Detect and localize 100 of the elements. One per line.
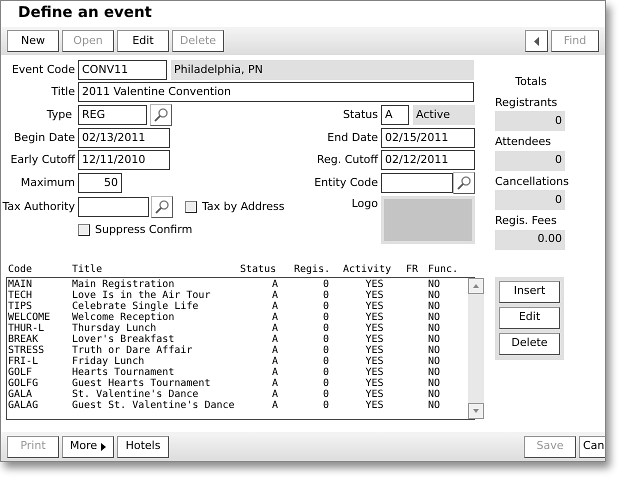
footer-button[interactable]: More — [62, 436, 114, 458]
text-field[interactable] — [78, 197, 149, 217]
table-cell-text: YES — [364, 378, 385, 388]
table-cell-text: TIPS — [8, 300, 34, 312]
magnifier-icon — [153, 107, 169, 123]
scrollbar[interactable] — [468, 278, 484, 418]
table-cell-text: 0 — [322, 290, 330, 300]
table-cell-text: Main Registration — [72, 278, 176, 290]
table-cell-text: 0 — [322, 278, 330, 290]
table-cell-text: BREAK — [8, 334, 40, 344]
total-label: Registrants — [495, 94, 558, 110]
field-label: Maximum — [20, 174, 76, 191]
text-field[interactable]: 02/13/2011 — [78, 128, 170, 148]
total-value: 0 — [495, 150, 565, 170]
field-label: Event Code — [10, 62, 76, 78]
window-title: Define an event — [17, 2, 153, 23]
column-header: FR — [406, 263, 420, 277]
table-cell-text: NO — [428, 356, 442, 366]
list-button[interactable]: Delete — [499, 332, 560, 354]
table-cell-text: 0 — [322, 344, 330, 356]
column-header: Title — [72, 263, 104, 277]
lookup-button[interactable] — [151, 196, 173, 218]
checkbox-label: Tax by Address — [202, 198, 284, 215]
checkbox[interactable] — [185, 201, 197, 213]
table-cell-text: A — [270, 290, 279, 300]
text-field[interactable]: 02/12/2011 — [381, 150, 475, 170]
table-cell-text: 0 — [322, 334, 330, 344]
table-cell-text: FRI-L — [8, 356, 40, 366]
total-label: Cancellations — [495, 174, 567, 190]
table-cell-text: Friday Lunch — [72, 356, 146, 366]
table-cell-text: A — [270, 344, 279, 356]
lookup-button[interactable] — [150, 104, 172, 126]
field-label: Early Cutoff — [9, 152, 76, 168]
table-cell-text: NO — [428, 400, 442, 410]
field-label: Status — [342, 106, 379, 123]
table-cell-text: Celebrate Single Life — [72, 300, 200, 312]
table-cell-text: NO — [428, 388, 442, 400]
table-cell-text: YES — [364, 388, 385, 400]
text-field[interactable]: 2011 Valentine Convention — [78, 82, 474, 102]
field-label: Tax Authority — [1, 198, 76, 215]
field-label: Begin Date — [12, 130, 76, 146]
checkbox-label: Suppress Confirm — [95, 222, 192, 238]
table-cell-text: NO — [428, 312, 442, 322]
footer-button[interactable]: Hotels — [117, 436, 169, 458]
table-cell-text: NO — [428, 334, 442, 344]
table-cell-text: NO — [428, 290, 442, 300]
table-cell-text: A — [270, 378, 279, 388]
toolbar-button[interactable]: New — [7, 30, 59, 52]
table-cell-text: YES — [364, 312, 385, 322]
back-button[interactable] — [525, 30, 548, 52]
table-cell-text: Hearts Tournament — [72, 366, 176, 378]
table-cell-text: Truth or Dare Affair — [72, 344, 194, 356]
table-cell-text: NO — [428, 366, 442, 378]
list-button[interactable]: Insert — [499, 280, 560, 302]
totals-heading: Totals — [514, 74, 548, 90]
checkbox[interactable] — [78, 224, 90, 236]
scroll-down-icon — [468, 402, 484, 418]
toolbar-button[interactable]: Edit — [117, 30, 169, 52]
field-label: Logo — [350, 196, 379, 212]
text-field[interactable]: 02/15/2011 — [381, 128, 475, 148]
field-label: End Date — [326, 130, 379, 146]
text-field[interactable]: CONV11 — [78, 60, 167, 80]
text-field[interactable] — [381, 173, 453, 193]
list-button[interactable]: Edit — [499, 306, 560, 328]
table-cell-text: 0 — [322, 366, 330, 378]
table-cell-text: A — [270, 300, 279, 312]
table-cell-text: GOLFG — [8, 378, 40, 388]
right-triangle-icon — [101, 442, 106, 450]
table-cell-text: A — [270, 400, 279, 410]
table-cell-text: THUR-L — [8, 322, 46, 334]
table-cell-text: A — [270, 312, 279, 322]
table-cell-text: TECH — [8, 290, 34, 300]
magnifier-icon — [456, 175, 472, 191]
table-cell-text: YES — [364, 290, 385, 300]
column-header: Regis. — [294, 263, 332, 277]
table-cell-text: 0 — [322, 388, 330, 400]
table-cell-text: 0 — [322, 356, 330, 366]
table-cell-text: GALAG — [8, 400, 40, 410]
total-label: Attendees — [495, 134, 552, 150]
table-cell-text: YES — [364, 322, 385, 334]
column-header: Activity — [343, 263, 392, 277]
table-cell-text: Love Is in the Air Tour — [72, 290, 212, 300]
magnifier-icon — [154, 199, 170, 215]
text-field[interactable]: A — [381, 105, 409, 125]
lookup-button[interactable] — [453, 172, 475, 194]
table-cell-text: YES — [364, 300, 385, 312]
table-cell-text: A — [270, 322, 279, 334]
left-arrow-icon — [534, 36, 539, 46]
column-header: Code — [8, 263, 34, 277]
text-field[interactable]: 12/11/2010 — [78, 150, 170, 170]
table-cell-text: A — [270, 366, 279, 378]
table-cell-text: Welcome Reception — [72, 312, 176, 322]
table-cell-text: 0 — [322, 312, 330, 322]
text-field[interactable]: 50 — [78, 173, 122, 193]
table-cell-text: NO — [428, 278, 442, 290]
footer-button[interactable]: Can — [579, 436, 605, 458]
table-cell-text: A — [270, 356, 279, 366]
table-cell-text: 0 — [322, 400, 330, 410]
text-field[interactable]: REG — [78, 105, 147, 125]
table-cell-text: GOLF — [8, 366, 34, 378]
